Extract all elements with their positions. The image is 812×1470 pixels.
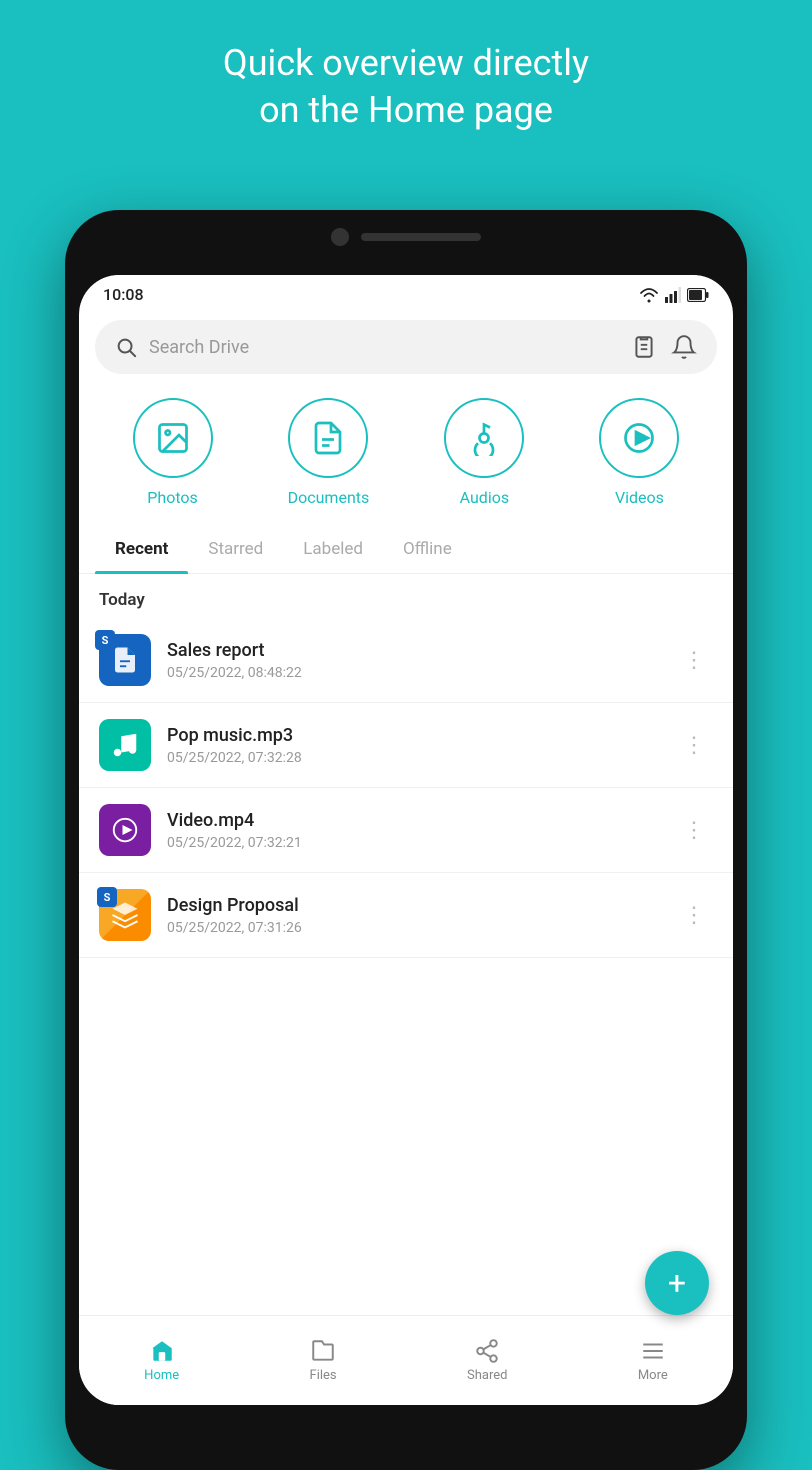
hero-text: Quick overview directly on the Home page bbox=[0, 40, 812, 134]
tab-starred[interactable]: Starred bbox=[188, 525, 283, 573]
file-icon-video bbox=[99, 804, 151, 856]
category-photos[interactable]: Photos bbox=[133, 398, 213, 507]
file-date-pop-music: 05/25/2022, 07:32:28 bbox=[167, 750, 659, 766]
hero-line1: Quick overview directly bbox=[80, 40, 732, 87]
file-info-sales-report: Sales report 05/25/2022, 08:48:22 bbox=[167, 640, 659, 681]
file-info-video: Video.mp4 05/25/2022, 07:32:21 bbox=[167, 810, 659, 851]
file-menu-video[interactable]: ⋮ bbox=[675, 810, 713, 851]
file-item-sales-report[interactable]: S Sales report 05/25/2022, 08:48:22 ⋮ bbox=[79, 618, 733, 703]
file-icon-design: S bbox=[99, 889, 151, 941]
tab-offline[interactable]: Offline bbox=[383, 525, 472, 573]
nav-item-more[interactable]: More bbox=[638, 1338, 668, 1383]
header-icons bbox=[631, 334, 697, 360]
file-name-pop-music: Pop music.mp3 bbox=[167, 725, 659, 746]
file-icon-doc: S bbox=[99, 634, 151, 686]
phone-speaker bbox=[361, 233, 481, 241]
search-icon bbox=[115, 336, 137, 358]
file-info-pop-music: Pop music.mp3 05/25/2022, 07:32:28 bbox=[167, 725, 659, 766]
nav-item-files[interactable]: Files bbox=[310, 1338, 337, 1383]
file-name-sales-report: Sales report bbox=[167, 640, 659, 661]
wifi-icon bbox=[639, 287, 659, 303]
phone-frame: 10:08 bbox=[65, 210, 747, 1470]
documents-circle bbox=[288, 398, 368, 478]
notification-icon[interactable] bbox=[671, 334, 697, 360]
category-videos[interactable]: Videos bbox=[599, 398, 679, 507]
nav-item-home[interactable]: Home bbox=[144, 1338, 179, 1383]
bottom-nav: Home Files Shared bbox=[79, 1315, 733, 1405]
files-icon bbox=[310, 1338, 336, 1364]
status-bar: 10:08 bbox=[79, 275, 733, 310]
file-icon-audio bbox=[99, 719, 151, 771]
file-date-video: 05/25/2022, 07:32:21 bbox=[167, 835, 659, 851]
category-documents[interactable]: Documents bbox=[288, 398, 370, 507]
file-name-design-proposal: Design Proposal bbox=[167, 895, 659, 916]
nav-label-home: Home bbox=[144, 1368, 179, 1383]
tab-recent[interactable]: Recent bbox=[95, 525, 188, 573]
file-menu-design-proposal[interactable]: ⋮ bbox=[675, 895, 713, 936]
file-name-video: Video.mp4 bbox=[167, 810, 659, 831]
nav-item-shared[interactable]: Shared bbox=[467, 1338, 507, 1383]
documents-label: Documents bbox=[288, 488, 370, 507]
phone-screen: 10:08 bbox=[79, 275, 733, 1405]
nav-label-more: More bbox=[638, 1368, 668, 1383]
category-audios[interactable]: Audios bbox=[444, 398, 524, 507]
section-today: Today bbox=[79, 574, 733, 618]
battery-icon bbox=[687, 288, 709, 302]
hero-line2: on the Home page bbox=[80, 87, 732, 134]
search-placeholder: Search Drive bbox=[149, 337, 249, 358]
home-icon bbox=[149, 1338, 175, 1364]
file-item-pop-music[interactable]: Pop music.mp3 05/25/2022, 07:32:28 ⋮ bbox=[79, 703, 733, 788]
search-bar-inner: Search Drive bbox=[115, 336, 619, 358]
clipboard-icon[interactable] bbox=[631, 334, 657, 360]
more-icon bbox=[640, 1338, 666, 1364]
status-time: 10:08 bbox=[103, 285, 144, 304]
videos-label: Videos bbox=[615, 488, 664, 507]
photos-label: Photos bbox=[147, 488, 198, 507]
file-item-design-proposal[interactable]: S Design Proposal 05/25/2022, 07:31:26 ⋮ bbox=[79, 873, 733, 958]
tab-labeled[interactable]: Labeled bbox=[283, 525, 383, 573]
categories-row: Photos Documents bbox=[79, 374, 733, 517]
design-s-badge: S bbox=[97, 887, 117, 907]
file-menu-pop-music[interactable]: ⋮ bbox=[675, 725, 713, 766]
tabs-row: Recent Starred Labeled Offline bbox=[79, 525, 733, 574]
audios-label: Audios bbox=[460, 488, 509, 507]
photos-circle bbox=[133, 398, 213, 478]
nav-label-shared: Shared bbox=[467, 1368, 507, 1383]
nav-label-files: Files bbox=[310, 1368, 337, 1383]
file-item-video[interactable]: Video.mp4 05/25/2022, 07:32:21 ⋮ bbox=[79, 788, 733, 873]
file-menu-sales-report[interactable]: ⋮ bbox=[675, 640, 713, 681]
phone-camera bbox=[331, 228, 349, 246]
phone-top bbox=[331, 228, 481, 246]
file-info-design-proposal: Design Proposal 05/25/2022, 07:31:26 bbox=[167, 895, 659, 936]
file-date-design-proposal: 05/25/2022, 07:31:26 bbox=[167, 920, 659, 936]
videos-circle bbox=[599, 398, 679, 478]
file-date-sales-report: 05/25/2022, 08:48:22 bbox=[167, 665, 659, 681]
audios-circle bbox=[444, 398, 524, 478]
fab-add-button[interactable]: + bbox=[645, 1251, 709, 1315]
status-icons bbox=[639, 287, 709, 303]
signal-icon bbox=[665, 287, 681, 303]
file-list: Today S Sales report 05/25/2022, 08:48:2… bbox=[79, 574, 733, 958]
shared-icon bbox=[474, 1338, 500, 1364]
search-bar[interactable]: Search Drive bbox=[95, 320, 717, 374]
